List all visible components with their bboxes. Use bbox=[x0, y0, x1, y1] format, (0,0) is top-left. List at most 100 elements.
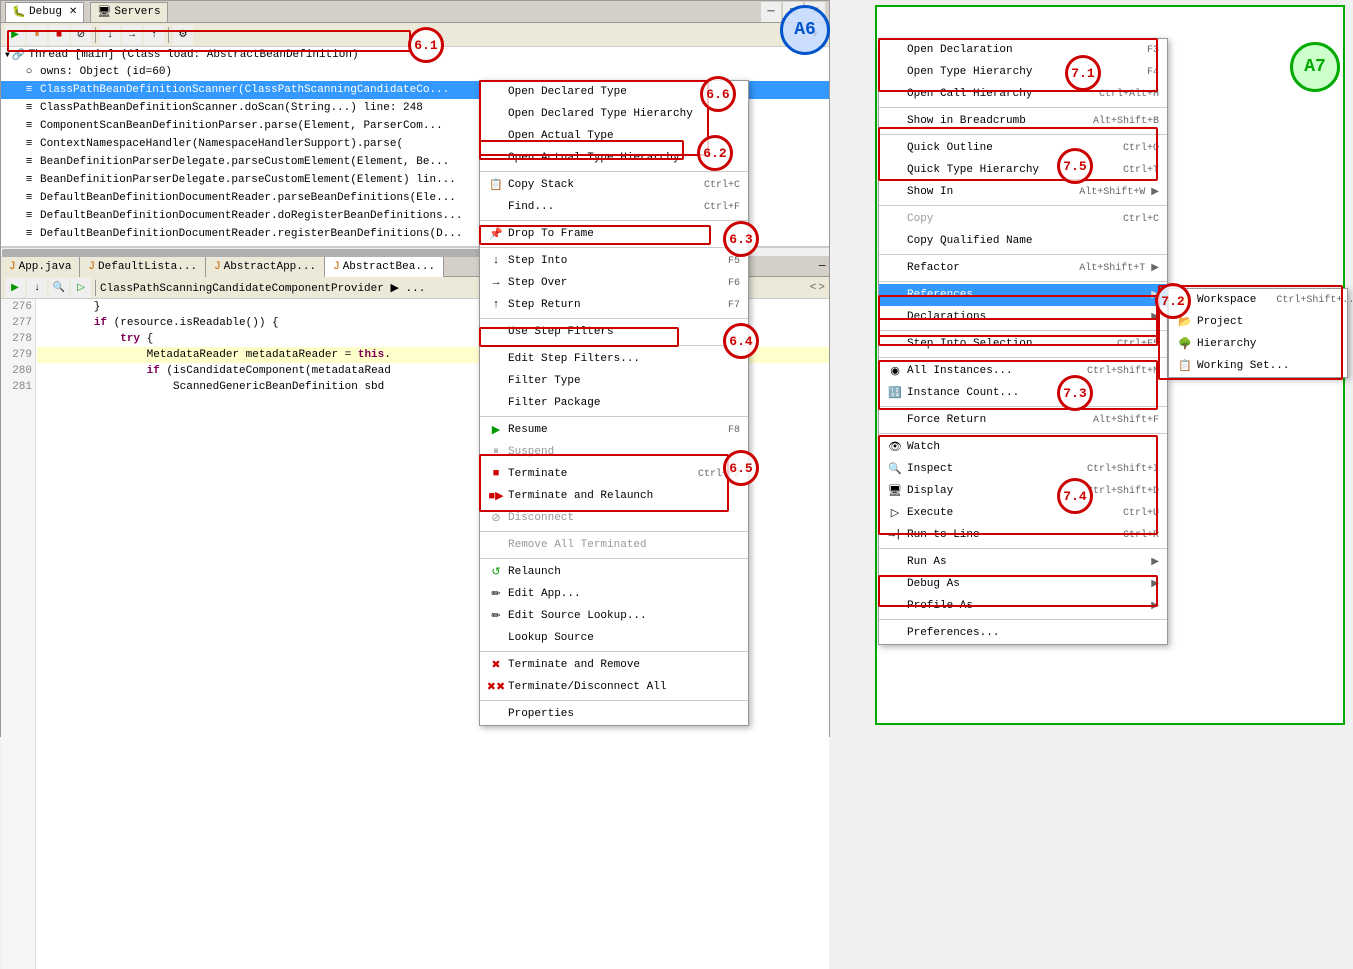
menu-use-step-filters[interactable]: Use Step Filters bbox=[480, 321, 748, 343]
menu-all-instances-label: All Instances... bbox=[907, 365, 1013, 377]
source-step-into-btn[interactable]: ↓ bbox=[27, 278, 47, 298]
menu-debug-as[interactable]: Debug As ▶ bbox=[879, 573, 1167, 595]
owns-text: owns: Object (id=60) bbox=[40, 66, 172, 78]
menu-run-to-line-label: Run to Line bbox=[907, 529, 980, 541]
terminate-btn[interactable]: ■ bbox=[49, 25, 69, 45]
menu-open-call-hierarchy[interactable]: Open Call Hierarchy Ctrl+Alt+H bbox=[879, 83, 1167, 105]
expand-arrow[interactable]: ▼ bbox=[5, 51, 10, 60]
menu-watch[interactable]: 👁 Watch bbox=[879, 436, 1167, 458]
menu-lookup-source[interactable]: Lookup Source bbox=[480, 627, 748, 649]
source-tab-abstractbea[interactable]: J AbstractBea... bbox=[325, 257, 444, 277]
tab-collapse-btn[interactable]: ─ bbox=[815, 257, 829, 277]
source-tab-defaultlista[interactable]: J DefaultLista... bbox=[80, 257, 206, 277]
menu-edit-source-lookup[interactable]: ✏ Edit Source Lookup... bbox=[480, 605, 748, 627]
menu-quick-outline[interactable]: Quick Outline Ctrl+O bbox=[879, 137, 1167, 159]
menu-quick-type-hierarchy[interactable]: Quick Type Hierarchy Ctrl+T bbox=[879, 159, 1167, 181]
menu-show-in-breadcrumb[interactable]: Show in Breadcrumb Alt+Shift+B bbox=[879, 110, 1167, 132]
menu-instance-count[interactable]: 🔢 Instance Count... bbox=[879, 382, 1167, 404]
menu-refactor[interactable]: Refactor Alt+Shift+T ▶ bbox=[879, 257, 1167, 279]
source-tab-abstractapp[interactable]: J AbstractApp... bbox=[206, 257, 325, 277]
menu-copy-r[interactable]: Copy Ctrl+C bbox=[879, 208, 1167, 230]
right-context-menu: Open Declaration F3 Open Type Hierarchy … bbox=[878, 38, 1168, 645]
menu-edit-app[interactable]: ✏ Edit App... bbox=[480, 583, 748, 605]
menu-remove-all-terminated[interactable]: Remove All Terminated bbox=[480, 534, 748, 556]
menu-step-into-selection[interactable]: Step Into Selection Ctrl+F5 bbox=[879, 333, 1167, 355]
source-tab-defaultlista-icon: J bbox=[88, 261, 95, 273]
menu-execute[interactable]: ▷ Execute Ctrl+U bbox=[879, 502, 1167, 524]
menu-all-instances[interactable]: ◉ All Instances... Ctrl+Shift+N bbox=[879, 360, 1167, 382]
submenu-working-set[interactable]: 📋 Working Set... bbox=[1169, 355, 1347, 377]
menu-references[interactable]: References ▶ bbox=[879, 284, 1167, 306]
menu-preferences[interactable]: Preferences... bbox=[879, 622, 1167, 644]
menu-display[interactable]: 🖥 Display Ctrl+Shift+D bbox=[879, 480, 1167, 502]
close-btn[interactable]: ✕ bbox=[805, 2, 825, 22]
menu-run-to-line[interactable]: →| Run to Line Ctrl+R bbox=[879, 524, 1167, 546]
step-over-btn[interactable]: → bbox=[122, 25, 142, 45]
tab-servers[interactable]: 🖥 Servers bbox=[90, 2, 167, 22]
step-return-btn[interactable]: ↑ bbox=[144, 25, 164, 45]
use-step-filters-btn[interactable]: ⚙ bbox=[173, 25, 193, 45]
menu-inspect[interactable]: 🔍 Inspect Ctrl+Shift+I bbox=[879, 458, 1167, 480]
menu-show-in-breadcrumb-label: Show in Breadcrumb bbox=[907, 115, 1026, 127]
source-tab-abstractapp-icon: J bbox=[214, 261, 221, 273]
lookup-source-icon bbox=[488, 630, 504, 646]
disconnect-btn[interactable]: ⊘ bbox=[71, 25, 91, 45]
menu-drop-to-frame[interactable]: 📌 Drop To Frame bbox=[480, 223, 748, 245]
frame-text-8: DefaultBeanDefinitionDocumentReader.regi… bbox=[40, 228, 462, 240]
menu-profile-as[interactable]: Profile As ▶ bbox=[879, 595, 1167, 617]
menu-find[interactable]: Find... Ctrl+F bbox=[480, 196, 748, 218]
tab-close-icon[interactable]: ✕ bbox=[69, 6, 77, 18]
menu-open-declared-type-label: Open Declared Type bbox=[508, 86, 627, 98]
menu-open-type-hierarchy[interactable]: Open Type Hierarchy F4 bbox=[879, 61, 1167, 83]
maximize-btn[interactable]: □ bbox=[783, 2, 803, 22]
menu-execute-label: Execute bbox=[907, 507, 953, 519]
menu-declarations[interactable]: Declarations ▶ bbox=[879, 306, 1167, 328]
stack-item-owns[interactable]: ○ owns: Object (id=60) bbox=[1, 63, 829, 81]
menu-show-in[interactable]: Show In Alt+Shift+W ▶ bbox=[879, 181, 1167, 203]
minimize-btn[interactable]: ─ bbox=[761, 2, 781, 22]
source-tab-app[interactable]: J App.java bbox=[1, 257, 80, 277]
menu-show-in-label: Show In bbox=[907, 186, 953, 198]
menu-edit-step-filters[interactable]: Edit Step Filters... bbox=[480, 348, 748, 370]
menu-step-over[interactable]: → Step Over F6 bbox=[480, 272, 748, 294]
menu-terminate-and-relaunch[interactable]: ■▶ Terminate and Relaunch bbox=[480, 485, 748, 507]
menu-copy-stack[interactable]: 📋 Copy Stack Ctrl+C bbox=[480, 174, 748, 196]
source-classpath-btn[interactable]: 🔍 bbox=[49, 278, 69, 298]
menu-copy-qualified-name[interactable]: Copy Qualified Name bbox=[879, 230, 1167, 252]
menu-force-return-label: Force Return bbox=[907, 414, 986, 426]
line-numbers: 276 277 278 279 280 281 bbox=[1, 299, 36, 969]
menu-open-actual-type[interactable]: Open Actual Type bbox=[480, 125, 748, 147]
tab-debug[interactable]: 🐛 Debug ✕ bbox=[5, 2, 84, 22]
menu-open-declared-type-hierarchy[interactable]: Open Declared Type Hierarchy bbox=[480, 103, 748, 125]
suspend-btn[interactable]: ⏸ bbox=[27, 25, 47, 45]
menu-open-actual-type-hierarchy[interactable]: Open Actual Type Hierarchy bbox=[480, 147, 748, 169]
submenu-workspace[interactable]: 📁 Workspace Ctrl+Shift+... bbox=[1169, 289, 1347, 311]
menu-resume[interactable]: ▶ Resume F8 bbox=[480, 419, 748, 441]
menu-open-declaration[interactable]: Open Declaration F3 bbox=[879, 39, 1167, 61]
menu-step-return[interactable]: ↑ Step Return F7 bbox=[480, 294, 748, 316]
rsep6 bbox=[879, 330, 1167, 331]
source-resume-btn[interactable]: ▶ bbox=[5, 278, 25, 298]
step-into-btn[interactable]: ↓ bbox=[100, 25, 120, 45]
menu-open-declared-type[interactable]: Open Declared Type bbox=[480, 81, 748, 103]
menu-relaunch-label: Relaunch bbox=[508, 566, 561, 578]
submenu-hierarchy[interactable]: 🌳 Hierarchy bbox=[1169, 333, 1347, 355]
resume-btn[interactable]: ▶ bbox=[5, 25, 25, 45]
filter-package-icon bbox=[488, 395, 504, 411]
source-run-btn[interactable]: ▷ bbox=[71, 278, 91, 298]
menu-filter-package[interactable]: Filter Package bbox=[480, 392, 748, 414]
menu-terminate[interactable]: ■ Terminate Ctrl+F2 bbox=[480, 463, 748, 485]
menu-filter-type[interactable]: Filter Type bbox=[480, 370, 748, 392]
frame-text-7: DefaultBeanDefinitionDocumentReader.doRe… bbox=[40, 210, 462, 222]
menu-disconnect[interactable]: ⊘ Disconnect bbox=[480, 507, 748, 529]
view-menu-btn[interactable]: ▼ bbox=[805, 25, 825, 45]
menu-terminate-and-remove[interactable]: ✖ Terminate and Remove bbox=[480, 654, 748, 676]
menu-suspend[interactable]: ⏸ Suspend bbox=[480, 441, 748, 463]
menu-run-as[interactable]: Run As ▶ bbox=[879, 551, 1167, 573]
menu-properties[interactable]: Properties bbox=[480, 703, 748, 725]
menu-terminate-disconnect-all[interactable]: ✖✖ Terminate/Disconnect All bbox=[480, 676, 748, 698]
submenu-project[interactable]: 📂 Project bbox=[1169, 311, 1347, 333]
menu-relaunch[interactable]: ↺ Relaunch bbox=[480, 561, 748, 583]
menu-force-return[interactable]: Force Return Alt+Shift+F bbox=[879, 409, 1167, 431]
menu-step-into[interactable]: ↓ Step Into F5 bbox=[480, 250, 748, 272]
